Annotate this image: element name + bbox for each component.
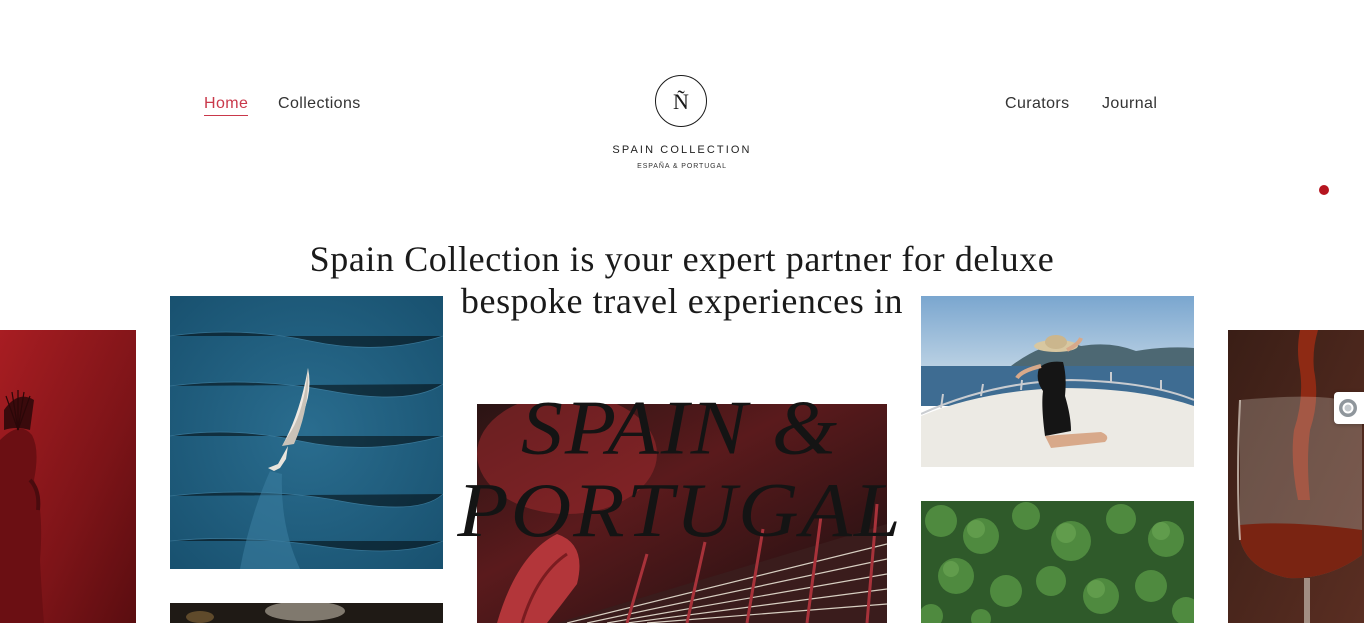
logo-tagline: ESPAÑA & PORTUGAL xyxy=(637,163,727,170)
destination-line-2: PORTUGAL xyxy=(457,468,903,554)
chat-widget-button[interactable] xyxy=(1334,392,1364,424)
nav-collections-link[interactable]: Collections xyxy=(278,94,361,114)
page-indicator-dot[interactable] xyxy=(1319,185,1329,195)
sailboat-image xyxy=(170,296,443,569)
nav-journal-link[interactable]: Journal xyxy=(1102,94,1157,114)
nav-home-link[interactable]: Home xyxy=(204,94,249,116)
brand-logo[interactable]: Ñ SPAIN COLLECTION ESPAÑA & PORTUGAL xyxy=(608,74,756,174)
hero-destination: SPAIN & PORTUGAL xyxy=(430,387,930,553)
logo-monogram: Ñ xyxy=(655,75,707,127)
nav-curators-link[interactable]: Curators xyxy=(1005,94,1070,114)
logo-name: SPAIN COLLECTION xyxy=(612,144,752,156)
forest-image xyxy=(921,501,1194,623)
dining-image xyxy=(170,603,443,623)
wine-image xyxy=(1228,330,1364,623)
boat-woman-image xyxy=(921,296,1194,467)
flamenco-image xyxy=(0,330,136,623)
destination-line-1: SPAIN & xyxy=(520,385,840,471)
chat-bubble-icon xyxy=(1339,399,1357,417)
